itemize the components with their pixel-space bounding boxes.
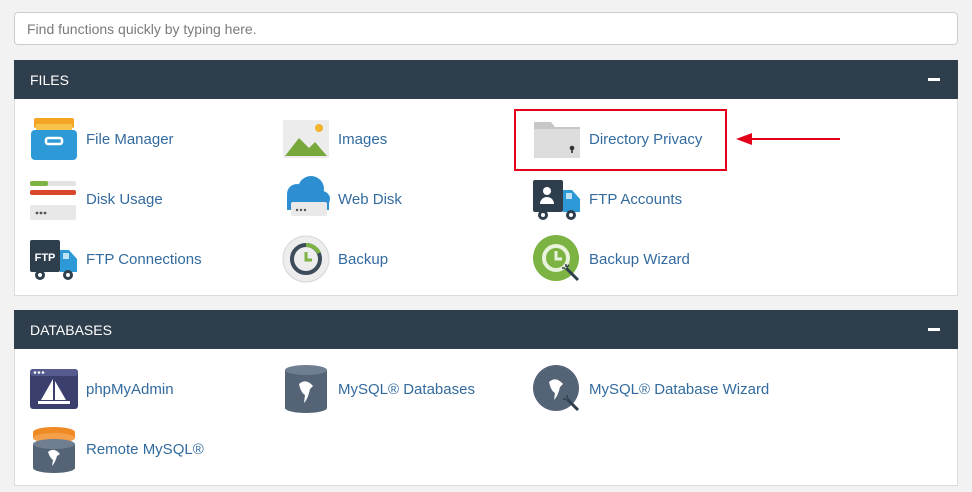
mysql-database-wizard-label: MySQL® Database Wizard (589, 380, 770, 398)
databases-panel-title: DATABASES (30, 321, 112, 338)
ftp-accounts-item[interactable]: FTP Accounts (532, 174, 682, 224)
remote-mysql-label: Remote MySQL® (86, 440, 204, 458)
phpmyadmin-label: phpMyAdmin (86, 380, 174, 398)
mysql-database-wizard-icon (533, 365, 580, 412)
ftp-connections-label: FTP Connections (86, 250, 202, 268)
ftp-badge-text: FTP (35, 252, 56, 264)
images-item[interactable]: Images (281, 114, 387, 164)
files-panel-header[interactable]: FILES (14, 60, 958, 99)
databases-panel-header[interactable]: DATABASES (14, 310, 958, 349)
backup-icon (282, 235, 330, 283)
ftp-accounts-label: FTP Accounts (589, 190, 683, 208)
backup-wizard-icon (533, 235, 580, 282)
ftp-accounts-icon (533, 180, 580, 220)
search-input[interactable] (14, 12, 958, 45)
mysql-databases-item[interactable]: MySQL® Databases (281, 364, 475, 414)
disk-usage-icon (30, 181, 76, 220)
backup-wizard-item[interactable]: Backup Wizard (532, 234, 690, 284)
remote-mysql-item[interactable]: Remote MySQL® (29, 424, 204, 474)
disk-usage-item[interactable]: Disk Usage (29, 174, 163, 224)
backup-wizard-label: Backup Wizard (589, 250, 690, 268)
mysql-databases-icon (285, 365, 327, 413)
images-label: Images (338, 130, 388, 148)
web-disk-label: Web Disk (338, 190, 402, 208)
databases-panel: DATABASES phpMyAdmin MySQL® Databases My… (14, 310, 958, 486)
files-panel-title: FILES (30, 71, 69, 88)
file-manager-item[interactable]: File Manager (29, 114, 174, 164)
web-disk-item[interactable]: Web Disk (281, 174, 402, 224)
databases-collapse-button[interactable] (928, 328, 940, 331)
remote-mysql-icon (33, 427, 75, 473)
files-panel: FILES File Manager Images Directory Priv… (14, 60, 958, 296)
backup-label: Backup (338, 250, 389, 268)
web-disk-icon (287, 176, 330, 216)
annotation-arrow-icon (736, 133, 840, 145)
mysql-databases-label: MySQL® Databases (338, 380, 475, 398)
images-icon (283, 120, 329, 158)
files-collapse-button[interactable] (928, 78, 940, 81)
file-manager-icon (31, 118, 77, 160)
highlight-box (514, 109, 727, 171)
file-manager-label: File Manager (86, 130, 174, 148)
ftp-connections-item[interactable]: FTP FTP Connections (29, 234, 202, 284)
disk-usage-label: Disk Usage (86, 190, 163, 208)
ftp-connections-icon: FTP (30, 240, 77, 280)
phpmyadmin-item[interactable]: phpMyAdmin (29, 364, 174, 414)
backup-item[interactable]: Backup (281, 234, 388, 284)
mysql-database-wizard-item[interactable]: MySQL® Database Wizard (532, 364, 769, 414)
phpmyadmin-icon (30, 369, 78, 409)
